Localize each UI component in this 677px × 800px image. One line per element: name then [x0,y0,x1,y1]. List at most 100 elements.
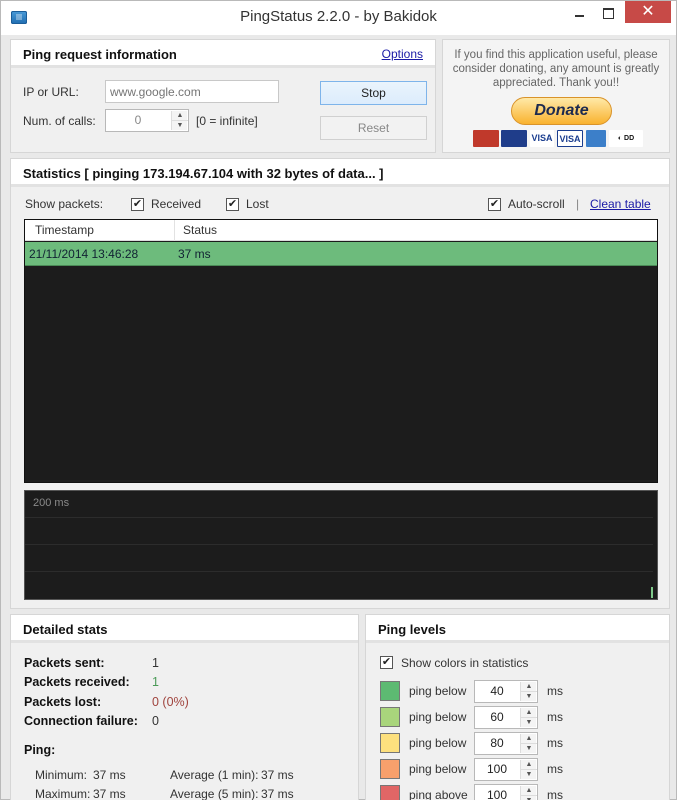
calls-hint: [0 = infinite] [196,114,258,128]
row-timestamp: 21/11/2014 13:46:28 [29,247,139,261]
options-link[interactable]: Options [382,47,423,61]
amex-icon [586,130,606,147]
spin-up-icon[interactable]: ▲ [521,760,537,770]
spin-up-icon[interactable]: ▲ [521,734,537,744]
packets-table[interactable]: Timestamp Status 21/11/2014 13:46:28 37 … [24,219,658,483]
visa-icon: VISA [530,130,554,147]
close-button[interactable]: ✕ [625,1,671,23]
column-status[interactable]: Status [183,223,217,237]
clean-table-link[interactable]: Clean table [590,197,651,211]
packets-received-label: Packets received: [24,675,130,689]
level-threshold-spinner[interactable]: 40 ▲ ▼ [474,680,538,703]
level-color-swatch[interactable] [380,785,400,800]
direct-debit-icon: ◐ DD [609,130,643,147]
level-unit: ms [547,710,563,724]
donate-button[interactable]: Donate [511,97,612,125]
level-spin-arrows[interactable]: ▲ ▼ [520,682,537,702]
maximize-button[interactable] [595,5,621,27]
detailed-stats-panel: Detailed stats Packets sent: 1 Packets r… [10,614,359,800]
visa-electron-icon: VISA [557,130,583,147]
level-threshold-value: 100 [486,762,508,776]
graph-sample-bar [651,587,653,598]
mastercard-icon [473,130,499,147]
spin-up-icon[interactable]: ▲ [521,708,537,718]
level-label: ping below [409,762,467,776]
level-unit: ms [547,736,563,750]
show-colors-label: Show colors in statistics [401,656,529,670]
spin-down-icon[interactable]: ▼ [521,692,537,702]
level-unit: ms [547,788,563,800]
autoscroll-checkbox[interactable]: ✔ [488,198,501,211]
average-5min-label: Average (5 min): [170,787,259,800]
level-threshold-value: 100 [486,788,508,800]
ping-label: Ping: [24,743,56,757]
minimize-button[interactable] [567,5,593,27]
ping-levels-header: Ping levels [366,615,669,643]
maestro-icon [501,130,527,147]
separator: | [576,197,580,211]
level-spin-arrows[interactable]: ▲ ▼ [520,734,537,754]
level-threshold-value: 60 [490,710,504,724]
graph-gridline [25,544,653,545]
table-row[interactable]: 21/11/2014 13:46:28 37 ms [25,242,657,266]
reset-button[interactable]: Reset [320,116,427,140]
stop-button[interactable]: Stop [320,81,427,105]
level-threshold-spinner[interactable]: 80 ▲ ▼ [474,732,538,755]
level-unit: ms [547,684,563,698]
maximum-value: 37 ms [93,787,126,800]
lost-checkbox[interactable]: ✔ [226,198,239,211]
level-spin-arrows[interactable]: ▲ ▼ [520,786,537,800]
packets-lost-label: Packets lost: [24,695,102,709]
level-spin-arrows[interactable]: ▲ ▼ [520,708,537,728]
show-packets-label: Show packets: [25,197,104,211]
minimum-label: Minimum: [35,768,88,782]
num-calls-spinner[interactable]: 0 ▲ ▼ [105,109,189,132]
spin-up-icon[interactable]: ▲ [172,111,188,121]
ip-label: IP or URL: [23,85,79,99]
level-color-swatch[interactable] [380,733,400,753]
column-separator [174,220,175,241]
level-spin-arrows[interactable]: ▲ ▼ [520,760,537,780]
level-color-swatch[interactable] [380,681,400,701]
level-threshold-spinner[interactable]: 100 ▲ ▼ [474,758,538,781]
spin-down-icon[interactable]: ▼ [172,121,188,131]
packets-received-value: 1 [152,675,159,689]
statistics-title: Statistics [ pinging 173.194.67.104 with… [23,166,384,181]
show-colors-checkbox[interactable]: ✔ [380,656,393,669]
detailed-stats-header: Detailed stats [11,615,358,643]
connection-failure-label: Connection failure: [24,714,138,728]
packets-lost-value: 0 (0%) [152,695,189,709]
detailed-stats-title: Detailed stats [23,622,108,637]
received-checkbox[interactable]: ✔ [131,198,144,211]
num-calls-arrows[interactable]: ▲ ▼ [171,111,188,131]
level-color-swatch[interactable] [380,707,400,727]
app-window: PingStatus 2.2.0 - by Bakidok ✕ Ping req… [0,0,677,800]
ping-graph: 200 ms [24,490,658,600]
level-threshold-spinner[interactable]: 100 ▲ ▼ [474,784,538,800]
donate-message: If you find this application useful, ple… [452,49,660,89]
spin-down-icon[interactable]: ▼ [521,796,537,800]
ping-request-panel: Ping request information Options IP or U… [10,39,436,153]
spin-down-icon[interactable]: ▼ [521,770,537,780]
donate-panel: If you find this application useful, ple… [442,39,670,153]
packets-sent-value: 1 [152,656,159,670]
level-label: ping below [409,710,467,724]
average-1min-value: 37 ms [261,768,294,782]
level-label: ping below [409,736,467,750]
num-calls-value: 0 [134,113,142,127]
spin-up-icon[interactable]: ▲ [521,786,537,796]
level-label: ping below [409,684,467,698]
ip-url-input[interactable] [105,80,279,103]
spin-down-icon[interactable]: ▼ [521,744,537,754]
spin-down-icon[interactable]: ▼ [521,718,537,728]
spin-up-icon[interactable]: ▲ [521,682,537,692]
connection-failure-value: 0 [152,714,159,728]
graph-gridline [25,571,653,572]
average-5min-value: 37 ms [261,787,294,800]
level-threshold-spinner[interactable]: 60 ▲ ▼ [474,706,538,729]
column-timestamp[interactable]: Timestamp [35,223,94,237]
packets-sent-label: Packets sent: [24,656,105,670]
ping-request-header: Ping request information Options [11,40,435,68]
ping-levels-title: Ping levels [378,622,446,637]
level-color-swatch[interactable] [380,759,400,779]
